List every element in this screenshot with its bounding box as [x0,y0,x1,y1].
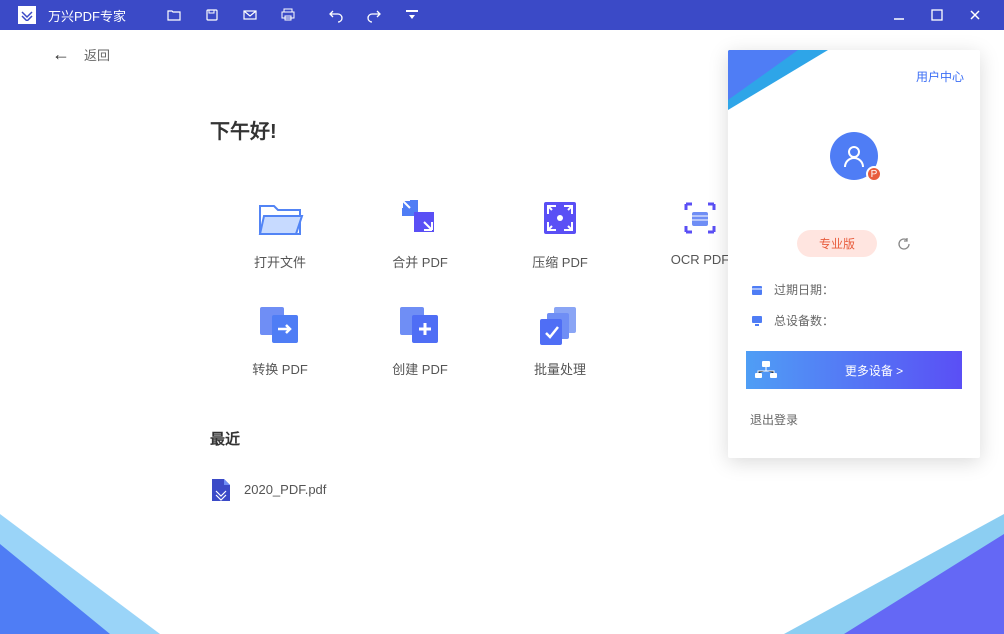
convert-icon [256,301,304,349]
tool-create-pdf[interactable]: 创建 PDF [350,301,490,378]
tool-label: 批量处理 [534,359,586,378]
more-devices-label: 更多设备 > [786,362,962,379]
pro-version-badge[interactable]: 专业版 [797,230,877,257]
calendar-icon [750,283,764,297]
save-icon[interactable] [204,7,220,23]
dropdown-icon[interactable] [404,7,420,23]
more-devices-button[interactable]: 更多设备 > [746,351,962,389]
tool-open-file[interactable]: 打开文件 [210,194,350,271]
decor-bottom-left-icon [0,544,110,634]
merge-icon [396,194,444,242]
close-button[interactable] [966,6,984,24]
tool-label: 创建 PDF [392,359,448,378]
app-title: 万兴PDF专家 [48,6,126,25]
tool-convert-pdf[interactable]: 转换 PDF [210,301,350,378]
tool-label: 转换 PDF [252,359,308,378]
create-icon [396,301,444,349]
print-icon[interactable] [280,7,296,23]
batch-icon [536,301,584,349]
devices-network-icon [746,359,786,381]
devices-label: 总设备数： [774,312,834,329]
undo-icon[interactable] [328,7,344,23]
maximize-button[interactable] [928,6,946,24]
tool-label: 压缩 PDF [532,252,588,271]
user-panel: 用户中心 P 专业版 过期日期： 总设备数： 更多设备 > [728,50,980,458]
pdf-file-icon [210,477,232,501]
mail-icon[interactable] [242,7,258,23]
redo-icon[interactable] [366,7,382,23]
ocr-icon [676,194,724,242]
titlebar: 万兴PDF专家 [0,0,1004,30]
back-arrow-icon[interactable]: ← [52,44,70,65]
recent-file-name: 2020_PDF.pdf [244,482,326,497]
tool-label: 合并 PDF [392,252,448,271]
tool-compress-pdf[interactable]: 压缩 PDF [490,194,630,271]
minimize-button[interactable] [890,6,908,24]
app-logo [18,6,36,24]
panel-decor-icon [728,50,798,100]
decor-bottom-right-icon [844,534,1004,634]
tool-merge-pdf[interactable]: 合并 PDF [350,194,490,271]
folder-icon [256,194,304,242]
recent-file-item[interactable]: 2020_PDF.pdf [210,469,1004,509]
refresh-icon[interactable] [897,237,911,251]
open-icon[interactable] [166,7,182,23]
devices-row: 总设备数： [750,312,958,329]
expiry-row: 过期日期： [750,281,958,298]
user-center-link[interactable]: 用户中心 [916,68,964,85]
tool-label: 打开文件 [254,252,306,271]
tool-label: OCR PDF [671,252,730,267]
user-avatar[interactable]: P [830,132,878,180]
expiry-label: 过期日期： [774,281,834,298]
compress-icon [536,194,584,242]
tool-batch-process[interactable]: 批量处理 [490,301,630,378]
back-label[interactable]: 返回 [84,45,110,64]
monitor-icon [750,314,764,328]
pro-badge-icon: P [866,166,882,182]
logout-link[interactable]: 退出登录 [750,411,958,428]
